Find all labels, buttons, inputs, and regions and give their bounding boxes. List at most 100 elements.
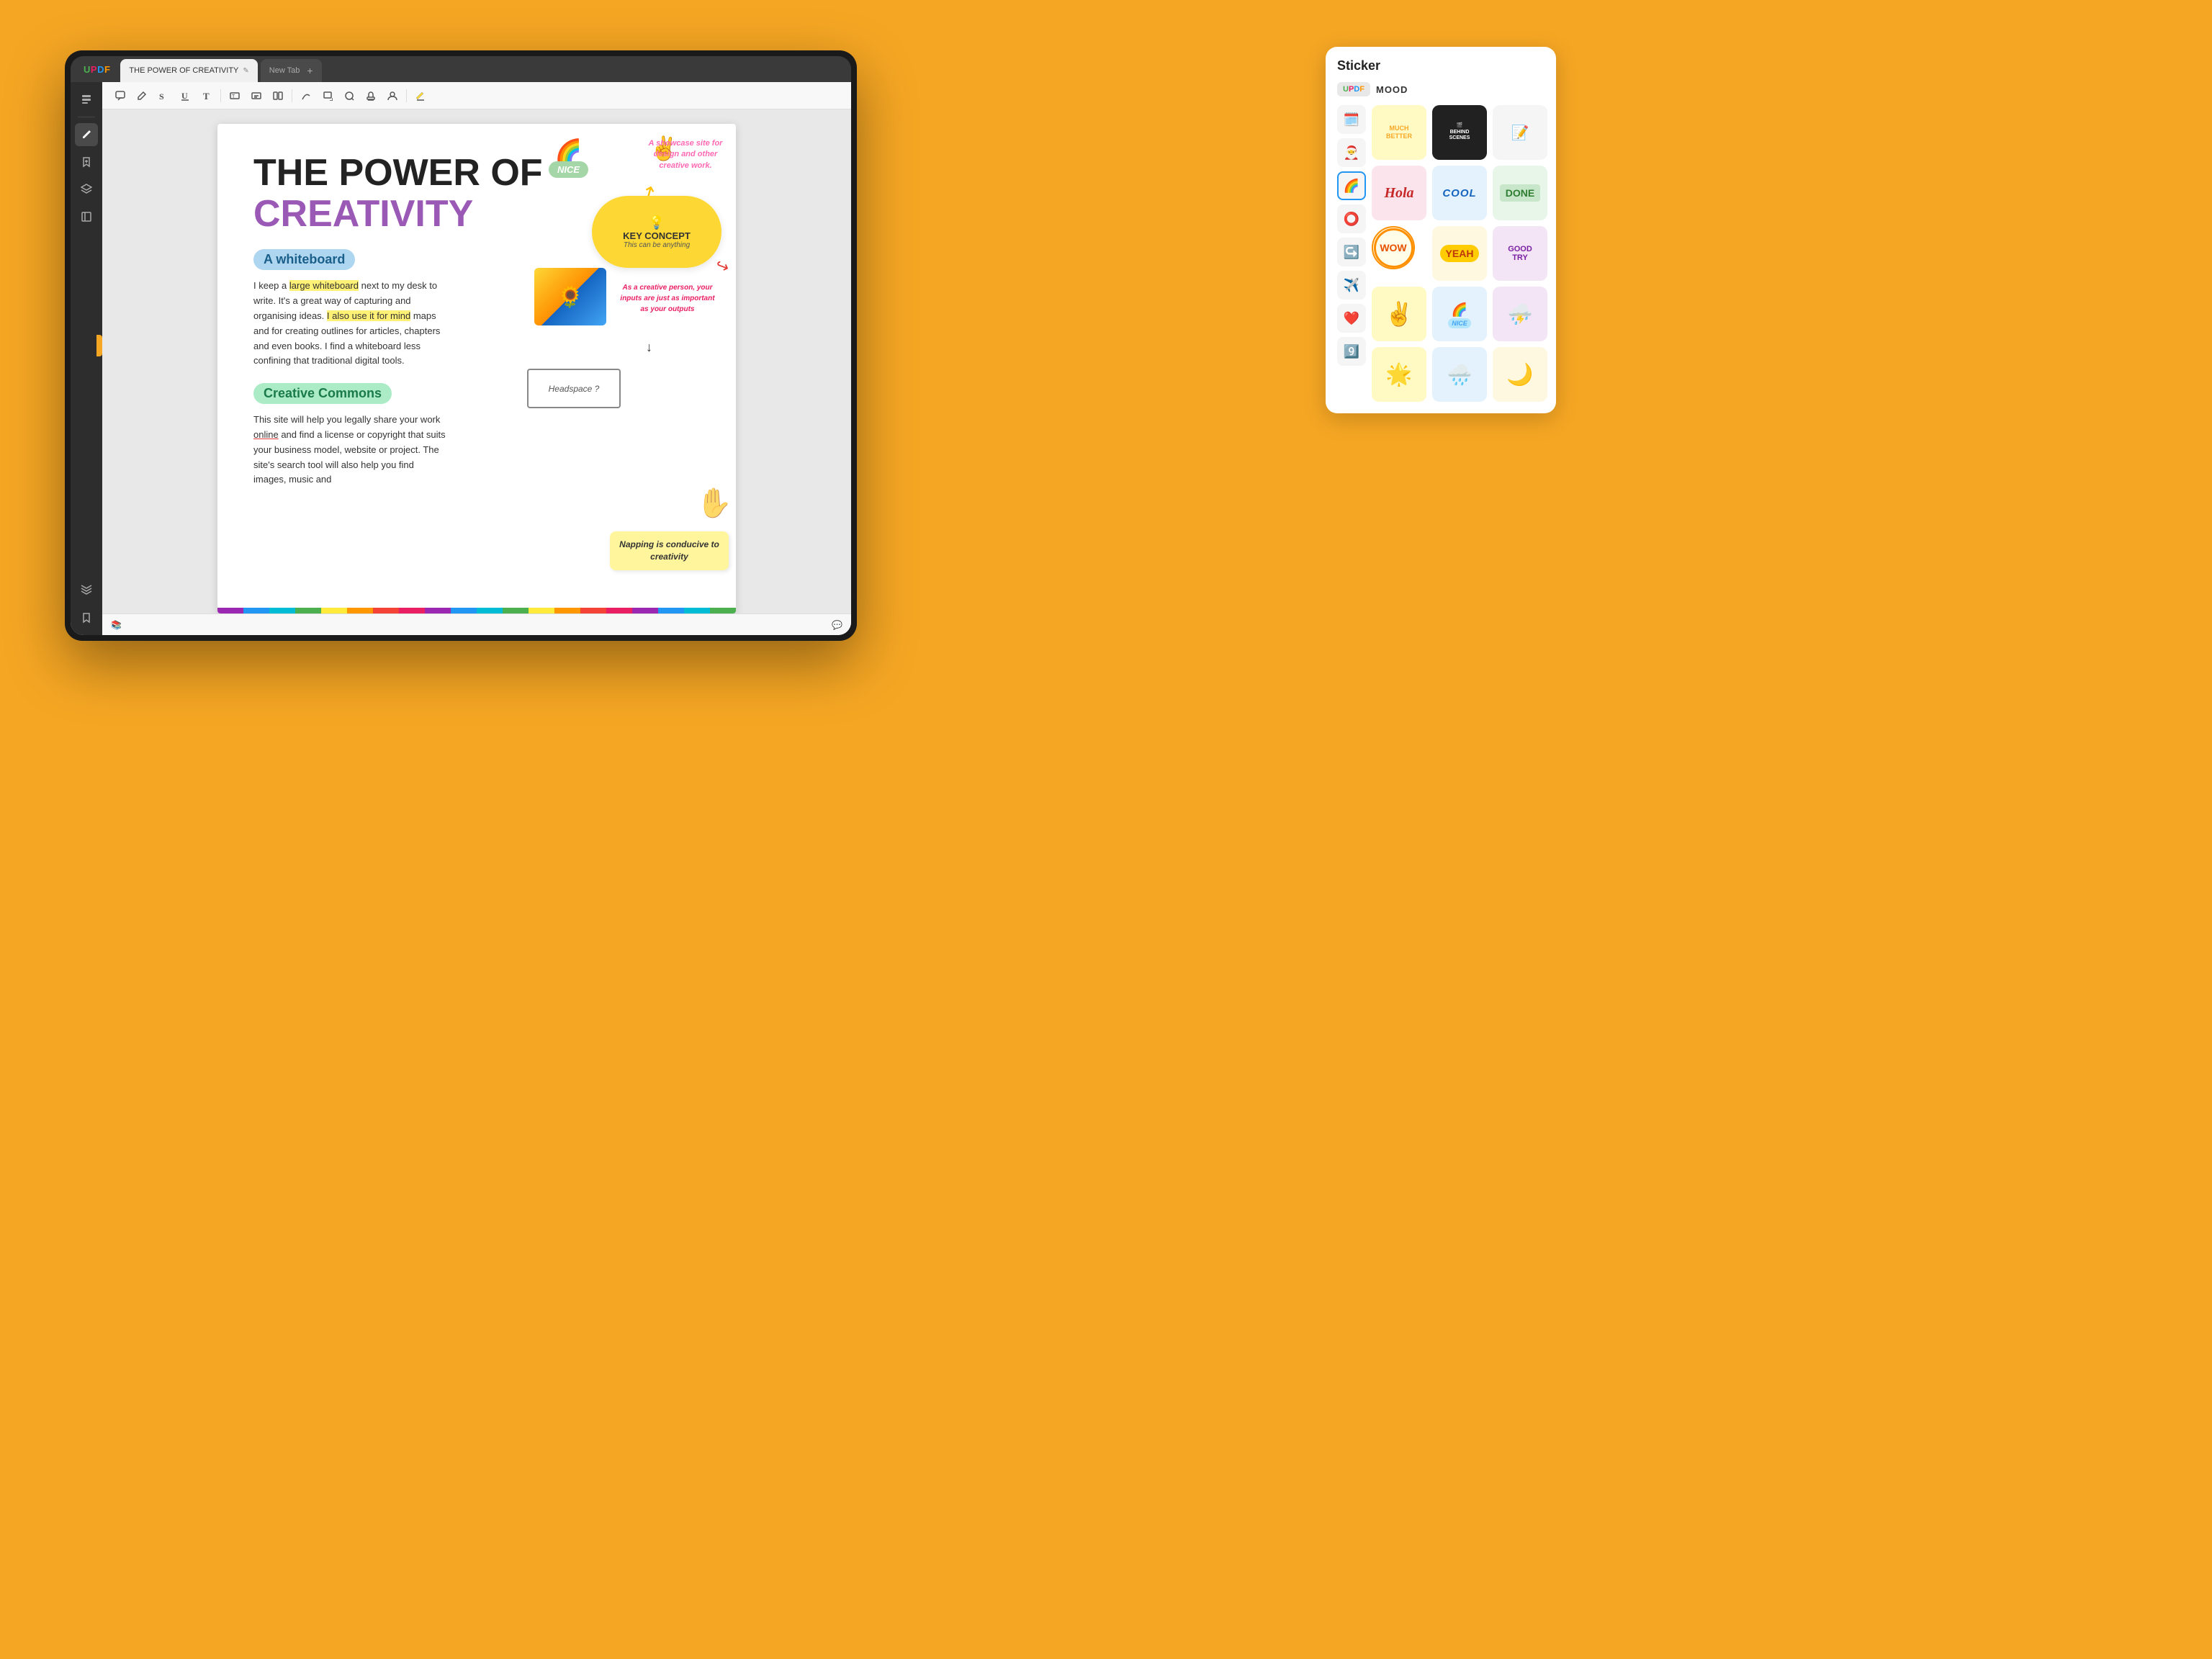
toolbar-highlight[interactable]	[411, 86, 430, 105]
sticker-thumb-nine[interactable]: 9️⃣	[1337, 337, 1366, 366]
pdf-content: THE POWER OF CREATIVITY A whiteboard I k…	[102, 109, 851, 613]
svg-text:U: U	[181, 91, 188, 101]
sticker-scroll-area: 🗓️ 🎅 🌈 ⭕ ↪️ ✈️ ❤️ 9️⃣ MUCHBETTER 🎬BEHIND…	[1337, 105, 1545, 402]
sticker-cool[interactable]: COOL	[1432, 166, 1487, 220]
toolbar-divider-1	[220, 89, 221, 102]
new-tab-label: New Tab	[269, 66, 300, 75]
sticker-tab-logo[interactable]: UPDF	[1337, 82, 1370, 96]
toolbar-pen[interactable]	[132, 86, 151, 105]
sticker-left-col: 🗓️ 🎅 🌈 ⭕ ↪️ ✈️ ❤️ 9️⃣	[1337, 105, 1366, 402]
section2-label: Creative Commons	[253, 383, 392, 404]
sticker-hola[interactable]: Hola	[1372, 166, 1426, 220]
sticker-good-try[interactable]: GOODTRY	[1493, 226, 1547, 281]
sidebar-icon-pencil[interactable]	[75, 123, 98, 146]
creative-text: As a creative person, your inputs are ju…	[617, 282, 718, 315]
toolbar-columns[interactable]	[269, 86, 287, 105]
sticker-hola-label: Hola	[1384, 185, 1413, 202]
sticker-thumb-santa[interactable]: 🎅	[1337, 138, 1366, 167]
sticker-good-try-label: GOODTRY	[1508, 245, 1532, 262]
svg-text:T: T	[232, 94, 235, 99]
sticker-yeah[interactable]: YEAH	[1432, 226, 1487, 281]
layers-icon[interactable]: 📚	[111, 620, 122, 630]
key-concept-title: KEY CONCEPT	[623, 230, 691, 241]
toolbar-user[interactable]	[383, 86, 402, 105]
left-sidebar	[71, 82, 102, 635]
sticker-sun-face[interactable]: 🌟	[1372, 347, 1426, 402]
hand-marker: ✋	[696, 486, 732, 520]
sticker-wow[interactable]: WOW	[1372, 226, 1415, 269]
sidebar-icon-layers[interactable]	[75, 178, 98, 201]
toolbar-draw[interactable]	[297, 86, 315, 105]
tab-edit-icon: ✎	[243, 67, 248, 75]
sticker-thumb-circle[interactable]: ⭕	[1337, 204, 1366, 233]
underline-online: online	[253, 429, 279, 440]
tab-active[interactable]: THE POWER OF CREATIVITY ✎	[120, 59, 257, 82]
toolbar-strikethrough[interactable]: S	[154, 86, 173, 105]
sticker-yeah-label: YEAH	[1440, 245, 1480, 262]
sticker-notebook[interactable]: 📝	[1493, 105, 1547, 160]
sticker-much-better-label: MUCHBETTER	[1386, 125, 1412, 140]
sidebar-icon-book[interactable]	[75, 205, 98, 228]
toolbar-text[interactable]: T	[197, 86, 216, 105]
nice-bubble: 🌈 NICE	[549, 138, 588, 176]
highlight-also: I also use it for mind	[327, 310, 410, 321]
main-area: S U T T	[71, 82, 851, 635]
sticker-grid: MUCHBETTER 🎬BEHINDSCENES 📝 Hola COOL DON…	[1372, 105, 1547, 402]
sticker-moon-emoji: 🌙	[1506, 362, 1533, 387]
tab-title: THE POWER OF CREATIVITY	[129, 66, 238, 75]
toolbar-text-box[interactable]: T	[225, 86, 244, 105]
key-concept-cloud: 💡 KEY CONCEPT This can be anything	[592, 196, 721, 268]
sticker-panel: Sticker UPDF MOOD 🗓️ 🎅 🌈 ⭕ ↪️ ✈️ ❤️ 9️⃣ …	[1326, 47, 1556, 413]
toolbar-comment[interactable]	[111, 86, 130, 105]
content-wrapper: S U T T	[102, 82, 851, 635]
showcase-text: A showcase site for design and other cre…	[642, 138, 729, 171]
sticker-cloud-emoji: 🌧️	[1447, 363, 1473, 387]
sticker-nice-rainbow[interactable]: 🌈 NICE	[1432, 287, 1487, 341]
sunflower-image: 🌻	[534, 268, 606, 325]
toolbar: S U T T	[102, 82, 851, 109]
tab-add-icon[interactable]: +	[307, 65, 313, 76]
sticker-rain-cloud[interactable]: 🌧️	[1432, 347, 1487, 402]
sticker-moon[interactable]: 🌙	[1493, 347, 1547, 402]
sticker-much-better[interactable]: MUCHBETTER	[1372, 105, 1426, 160]
sticker-hand-peace[interactable]: ✌️	[1372, 287, 1426, 341]
toolbar-underline[interactable]: U	[176, 86, 194, 105]
sticker-thumb-heart[interactable]: ❤️	[1337, 304, 1366, 333]
color-bar	[217, 608, 736, 613]
sticker-done[interactable]: DONE	[1493, 166, 1547, 220]
device-frame: UPDF THE POWER OF CREATIVITY ✎ New Tab +	[65, 50, 857, 641]
sticker-thumb-rainbow[interactable]: 🌈	[1337, 171, 1366, 200]
sticker-sun-emoji: 🌟	[1385, 362, 1412, 387]
chat-icon[interactable]: 💬	[832, 620, 842, 630]
arrow-down: ↓	[646, 340, 652, 355]
sidebar-icon-bookmark-bottom[interactable]	[75, 606, 98, 629]
rainbow-emoji: 🌈	[549, 138, 588, 163]
sticker-thumb-plane[interactable]: ✈️	[1337, 271, 1366, 300]
device-inner: UPDF THE POWER OF CREATIVITY ✎ New Tab +	[71, 56, 851, 635]
sticker-nice-rainbow-inner: 🌈 NICE	[1448, 300, 1471, 328]
sticker-thumb-arrow[interactable]: ↪️	[1337, 238, 1366, 266]
sticker-notebook-emoji: 📝	[1511, 124, 1529, 142]
section1-body: I keep a large whiteboard next to my des…	[253, 279, 448, 369]
sticker-behind-scenes[interactable]: 🎬BEHINDSCENES	[1432, 105, 1487, 160]
sidebar-icon-pages[interactable]	[75, 88, 98, 111]
toolbar-divider-3	[406, 89, 407, 102]
sticker-behind-label: 🎬BEHINDSCENES	[1449, 123, 1470, 141]
section2-body: This site will help you legally share yo…	[253, 413, 448, 487]
sticker-tab-mood[interactable]: MOOD	[1376, 84, 1408, 95]
sticker-done-label: DONE	[1500, 184, 1540, 202]
svg-text:T: T	[203, 91, 210, 101]
sidebar-icon-bookmark-add[interactable]	[75, 150, 98, 174]
toolbar-eraser[interactable]	[340, 86, 359, 105]
sticker-thunder[interactable]: ⛈️	[1493, 287, 1547, 341]
app-logo: UPDF	[76, 56, 117, 82]
sidebar-icon-layers-bottom[interactable]	[75, 579, 98, 602]
tab-bar: UPDF THE POWER OF CREATIVITY ✎ New Tab +	[71, 56, 851, 82]
yellow-indicator	[96, 335, 102, 356]
toolbar-shapes[interactable]	[318, 86, 337, 105]
toolbar-stamp[interactable]	[361, 86, 380, 105]
sticker-thumb-calendar[interactable]: 🗓️	[1337, 105, 1366, 134]
key-concept-sub: This can be anything	[624, 241, 690, 249]
toolbar-text-fit[interactable]	[247, 86, 266, 105]
tab-new[interactable]: New Tab +	[261, 59, 322, 82]
